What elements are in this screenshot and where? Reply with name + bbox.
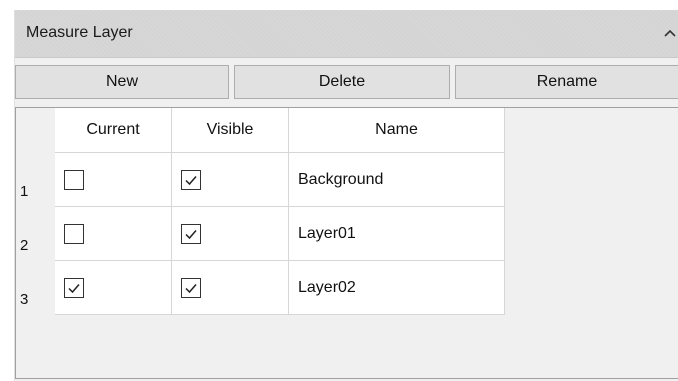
table-cell-visible[interactable] xyxy=(172,207,289,261)
row-number: 1 xyxy=(20,183,29,200)
table-cell-current[interactable] xyxy=(55,153,172,207)
table-cell-name[interactable]: Background xyxy=(289,153,505,207)
new-button[interactable]: New xyxy=(15,65,229,99)
row-number: 2 xyxy=(20,237,29,254)
measure-layer-panel: Measure Layer New Delete Rename Current … xyxy=(14,10,678,381)
table-cell-current[interactable] xyxy=(55,207,172,261)
current-checkbox[interactable] xyxy=(64,224,84,244)
column-header-visible[interactable]: Visible xyxy=(172,108,289,153)
visible-checkbox[interactable] xyxy=(181,278,201,298)
visible-checkbox[interactable] xyxy=(181,224,201,244)
row-number: 3 xyxy=(20,291,29,308)
visible-checkbox[interactable] xyxy=(181,170,201,190)
rename-button[interactable]: Rename xyxy=(455,65,678,99)
delete-button[interactable]: Delete xyxy=(234,65,450,99)
table-cell-name[interactable]: Layer02 xyxy=(289,261,505,315)
table-cell-visible[interactable] xyxy=(172,153,289,207)
current-checkbox[interactable] xyxy=(64,170,84,190)
panel-title: Measure Layer xyxy=(26,24,133,41)
layer-grid[interactable]: Current Visible Name 1 Background 2 Laye… xyxy=(15,107,678,379)
grid-body: Current Visible Name 1 Background 2 Laye… xyxy=(16,108,678,378)
table-cell-name[interactable]: Layer01 xyxy=(289,207,505,261)
layer-toolbar: New Delete Rename xyxy=(15,63,678,105)
table-cell-visible[interactable] xyxy=(172,261,289,315)
panel-header[interactable]: Measure Layer xyxy=(15,10,678,58)
column-header-name[interactable]: Name xyxy=(289,108,505,153)
chevron-up-icon[interactable] xyxy=(661,24,678,42)
current-checkbox[interactable] xyxy=(64,278,84,298)
column-header-current[interactable]: Current xyxy=(55,108,172,153)
table-cell-current[interactable] xyxy=(55,261,172,315)
